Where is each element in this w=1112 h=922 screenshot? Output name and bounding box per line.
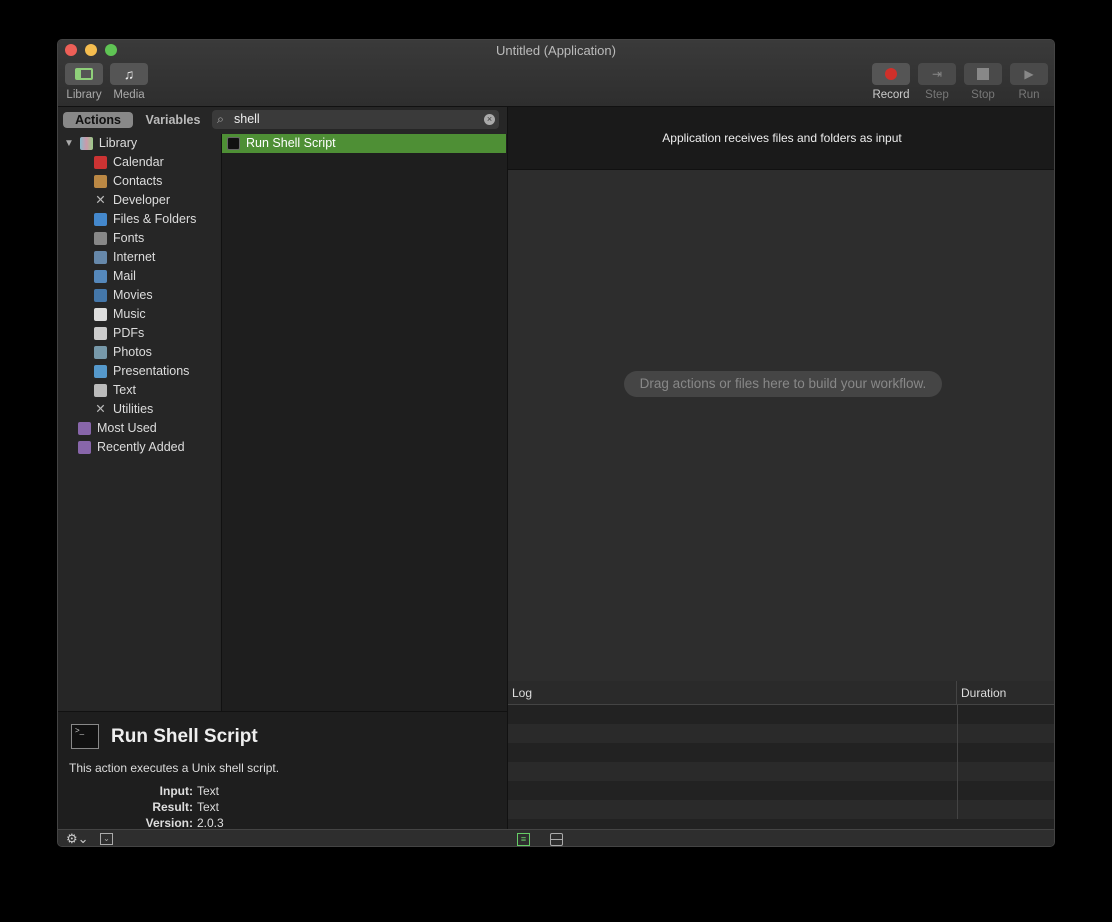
utilities-icon: ✕ xyxy=(95,402,106,416)
mail-icon xyxy=(94,270,107,283)
files-folders-icon xyxy=(94,213,107,226)
workflow-header: Application receives files and folders a… xyxy=(508,107,1054,170)
play-icon: ▶ xyxy=(1024,67,1034,81)
result-value: Text xyxy=(197,800,220,814)
music-note-icon: ♫ xyxy=(123,66,135,82)
library-tabs: Actions Variables ⌕ shell × xyxy=(58,107,507,134)
split-view-icon[interactable] xyxy=(550,833,563,846)
sidebar-item-files-folders[interactable]: Files & Folders xyxy=(94,210,196,229)
sidebar-item-most-used[interactable]: Most Used xyxy=(78,419,157,438)
internet-icon xyxy=(94,251,107,264)
gear-menu-icon[interactable]: ⚙︎⌄ xyxy=(66,831,89,846)
sidebar-item-movies[interactable]: Movies xyxy=(94,286,153,305)
action-title: Run Shell Script xyxy=(111,726,258,747)
stop-icon xyxy=(977,68,989,80)
pdfs-icon xyxy=(94,327,107,340)
terminal-icon xyxy=(227,137,240,150)
stop-button[interactable]: Stop xyxy=(960,63,1006,101)
music-icon xyxy=(94,308,107,321)
sidebar-item-presentations[interactable]: Presentations xyxy=(94,362,189,381)
window-title: Untitled (Application) xyxy=(496,43,616,58)
duration-column-header[interactable]: Duration xyxy=(957,681,1006,704)
sidebar-item-utilities[interactable]: ✕ Utilities xyxy=(94,400,153,419)
bottom-bar: ⚙︎⌄ ⌄ ≡ xyxy=(58,829,1054,846)
step-button[interactable]: ⇥ Step xyxy=(914,63,960,101)
sidebar-icon xyxy=(75,68,93,80)
terminal-icon: >_ xyxy=(71,724,99,749)
log-table: Log Duration xyxy=(508,681,1054,829)
sidebar-item-fonts[interactable]: Fonts xyxy=(94,229,144,248)
list-view-icon[interactable]: ≡ xyxy=(517,833,530,846)
photos-icon xyxy=(94,346,107,359)
record-button[interactable]: Record xyxy=(868,63,914,101)
sidebar-item-contacts[interactable]: Contacts xyxy=(94,172,162,191)
clear-search-icon[interactable]: × xyxy=(484,114,495,125)
log-column-header[interactable]: Log xyxy=(508,681,957,704)
tab-actions[interactable]: Actions xyxy=(63,112,133,128)
step-icon: ⇥ xyxy=(931,67,943,81)
workflow-placeholder: Drag actions or files here to build your… xyxy=(624,371,942,397)
text-icon xyxy=(94,384,107,397)
input-value: Text xyxy=(197,784,220,798)
sidebar-item-developer[interactable]: ✕ Developer xyxy=(94,191,170,210)
automator-window: Untitled (Application) Library ♫ Media Re… xyxy=(57,39,1055,847)
search-input[interactable]: ⌕ shell × xyxy=(212,110,499,129)
sidebar-item-text[interactable]: Text xyxy=(94,381,136,400)
developer-icon: ✕ xyxy=(95,193,106,207)
smart-folder-icon xyxy=(78,441,91,454)
sidebar-item-music[interactable]: Music xyxy=(94,305,146,324)
show-description-icon[interactable]: ⌄ xyxy=(100,833,113,845)
sidebar-item-mail[interactable]: Mail xyxy=(94,267,136,286)
sidebar-item-photos[interactable]: Photos xyxy=(94,343,152,362)
workflow-area: Application receives files and folders a… xyxy=(507,107,1054,829)
sidebar-item-library[interactable]: ▼ Library xyxy=(64,134,137,153)
sidebar-item-calendar[interactable]: Calendar xyxy=(94,153,164,172)
action-description: >_ Run Shell Script This action executes… xyxy=(58,711,507,830)
media-button[interactable]: ♫ Media xyxy=(106,63,152,101)
record-icon xyxy=(885,68,897,80)
library-button[interactable]: Library xyxy=(61,63,107,101)
search-icon: ⌕ xyxy=(217,112,225,126)
movies-icon xyxy=(94,289,107,302)
action-summary: This action executes a Unix shell script… xyxy=(69,761,280,775)
library-sidebar: ▼ Library Calendar Contacts ✕ Developer Files… xyxy=(58,107,221,711)
contacts-icon xyxy=(94,175,107,188)
library-icon xyxy=(79,137,93,150)
smart-folder-icon xyxy=(78,422,91,435)
toolbar: Untitled (Application) Library ♫ Media Re… xyxy=(58,40,1054,107)
results-list: Run Shell Script xyxy=(221,134,506,711)
sidebar-item-recently-added[interactable]: Recently Added xyxy=(78,438,185,457)
disclosure-triangle-icon: ▼ xyxy=(64,138,74,149)
presentations-icon xyxy=(94,365,107,378)
run-button[interactable]: ▶ Run xyxy=(1006,63,1052,101)
tab-variables[interactable]: Variables xyxy=(138,112,208,128)
list-item-run-shell-script[interactable]: Run Shell Script xyxy=(222,134,506,153)
fonts-icon xyxy=(94,232,107,245)
calendar-icon xyxy=(94,156,107,169)
sidebar-item-internet[interactable]: Internet xyxy=(94,248,155,267)
sidebar-item-pdfs[interactable]: PDFs xyxy=(94,324,144,343)
